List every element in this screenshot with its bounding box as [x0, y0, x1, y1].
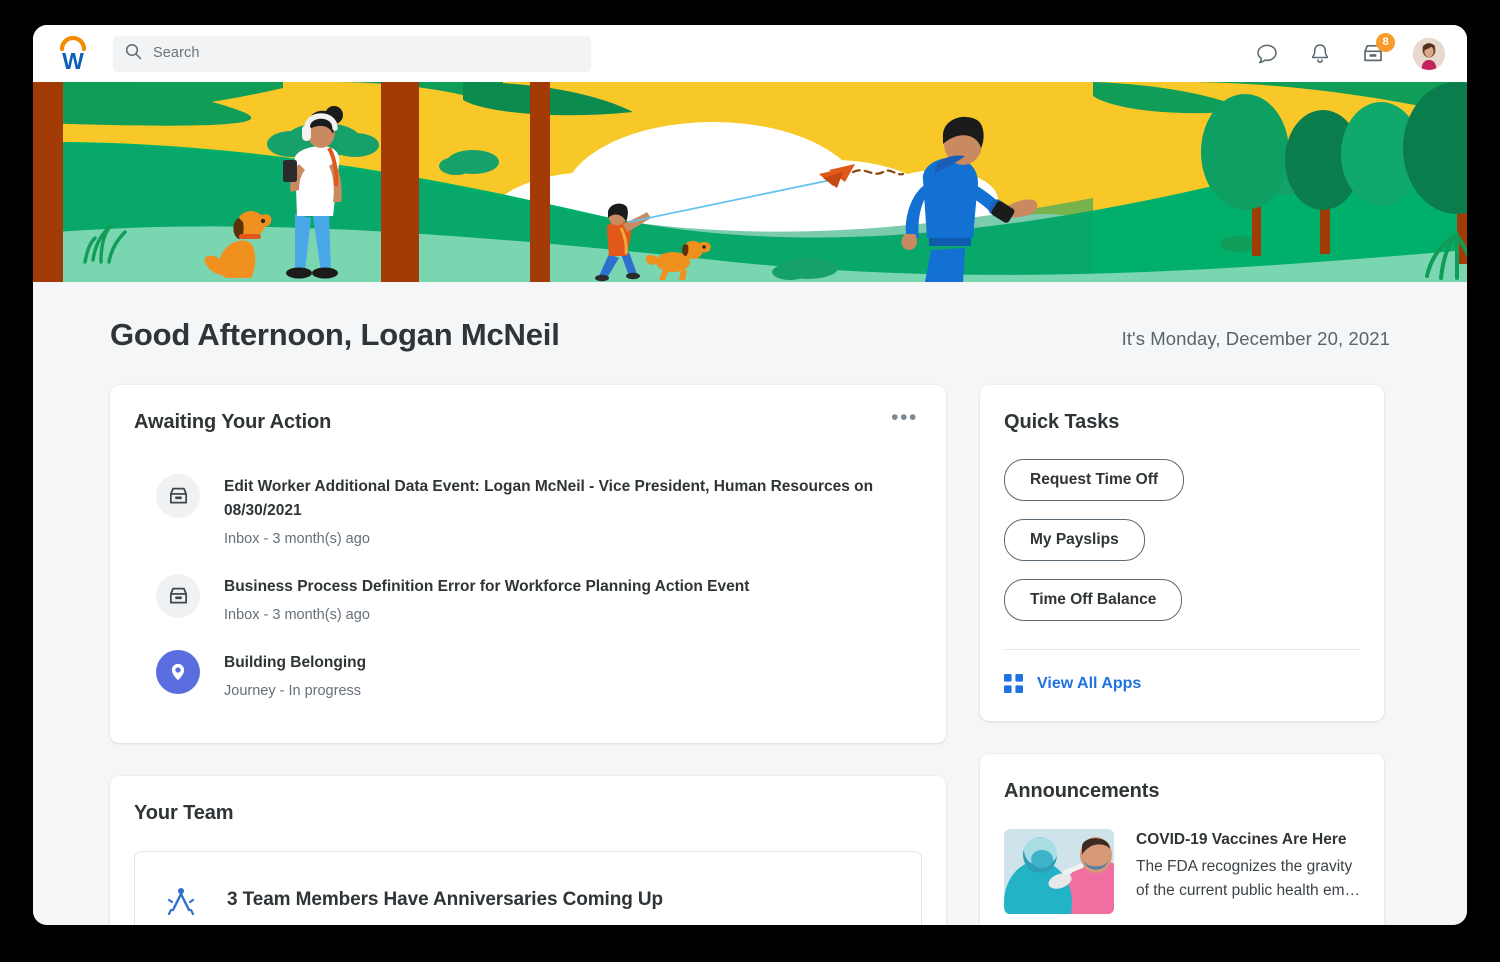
time-off-balance-button[interactable]: Time Off Balance [1004, 579, 1182, 621]
team-anniversary-title: 3 Team Members Have Anniversaries Coming… [227, 889, 663, 911]
inbox-icon [156, 574, 200, 618]
announcement-text: COVID-19 Vaccines Are Here The FDA recog… [1136, 829, 1360, 914]
request-time-off-button[interactable]: Request Time Off [1004, 459, 1184, 501]
list-item-subtitle: Journey - In progress [224, 683, 366, 699]
list-item[interactable]: Edit Worker Additional Data Event: Logan… [134, 461, 922, 561]
svg-text:W: W [62, 48, 84, 74]
quick-tasks-title: Quick Tasks [1004, 411, 1360, 434]
topbar-actions: 8 [1254, 38, 1445, 70]
overflow-menu-icon[interactable]: ••• [887, 411, 922, 425]
awaiting-your-action-card: Awaiting Your Action ••• [110, 385, 946, 743]
list-item[interactable]: Business Process Definition Error for Wo… [134, 561, 922, 637]
chat-icon[interactable] [1254, 41, 1280, 67]
today-date: It's Monday, December 20, 2021 [1122, 328, 1390, 350]
team-anniversary-item[interactable]: 3 Team Members Have Anniversaries Coming… [134, 851, 922, 925]
my-payslips-button[interactable]: My Payslips [1004, 519, 1145, 561]
inbox-icon [156, 474, 200, 518]
inbox-icon[interactable]: 8 [1360, 41, 1386, 67]
list-item-body: Building Belonging Journey - In progress [224, 650, 366, 699]
list-item-body: Business Process Definition Error for Wo… [224, 574, 749, 623]
workday-logo[interactable]: W [53, 34, 93, 74]
announcements-card: Announcements [980, 754, 1384, 925]
list-item-subtitle: Inbox - 3 month(s) ago [224, 607, 749, 623]
your-team-card: Your Team 3 Team Members Have Anniversar… [110, 776, 946, 925]
page-content: Good Afternoon, Logan McNeil It's Monday… [33, 282, 1467, 925]
page-title: Good Afternoon, Logan McNeil [110, 317, 560, 353]
announcements-title: Announcements [1004, 780, 1360, 803]
device-frame: W Search [0, 0, 1500, 962]
list-item-body: Edit Worker Additional Data Event: Logan… [224, 474, 874, 547]
awaiting-card-title: Awaiting Your Action [134, 411, 331, 434]
location-pin-icon [156, 650, 200, 694]
bell-icon[interactable] [1307, 41, 1333, 67]
top-navigation-bar: W Search [33, 25, 1467, 82]
view-all-apps-link[interactable]: View All Apps [1004, 674, 1360, 693]
view-all-apps-label: View All Apps [1037, 675, 1141, 693]
greeting-row: Good Afternoon, Logan McNeil It's Monday… [110, 282, 1390, 353]
park-scene-banner [33, 82, 1467, 282]
left-column: Awaiting Your Action ••• [110, 385, 946, 925]
search-placeholder: Search [153, 46, 200, 61]
list-item[interactable]: Building Belonging Journey - In progress [134, 637, 922, 713]
announcement-title: COVID-19 Vaccines Are Here [1136, 829, 1360, 850]
quick-task-button-group: Request Time Off My Payslips Time Off Ba… [1004, 459, 1360, 621]
team-card-title: Your Team [134, 802, 922, 825]
announcement-body: The FDA recognizes the gravity of the cu… [1136, 855, 1360, 903]
inbox-badge-count: 8 [1376, 33, 1395, 52]
divider [1004, 649, 1360, 650]
list-item-title: Business Process Definition Error for Wo… [224, 575, 749, 599]
celebration-icon [161, 880, 201, 920]
awaiting-items-list: Edit Worker Additional Data Event: Logan… [134, 461, 922, 713]
list-item-title: Building Belonging [224, 651, 366, 675]
vaccination-photo [1004, 829, 1114, 914]
list-item-title: Edit Worker Additional Data Event: Logan… [224, 475, 874, 523]
search-icon [125, 43, 142, 65]
right-column: Quick Tasks Request Time Off My Payslips… [980, 385, 1384, 925]
avatar[interactable] [1413, 38, 1445, 70]
dashboard-columns: Awaiting Your Action ••• [110, 385, 1390, 925]
card-header: Awaiting Your Action ••• [134, 411, 922, 434]
list-item-subtitle: Inbox - 3 month(s) ago [224, 531, 874, 547]
announcement-item[interactable]: COVID-19 Vaccines Are Here The FDA recog… [1004, 829, 1360, 914]
app-viewport: W Search [33, 25, 1467, 925]
grid-icon [1004, 674, 1023, 693]
quick-tasks-card: Quick Tasks Request Time Off My Payslips… [980, 385, 1384, 721]
search-input[interactable]: Search [113, 36, 591, 72]
